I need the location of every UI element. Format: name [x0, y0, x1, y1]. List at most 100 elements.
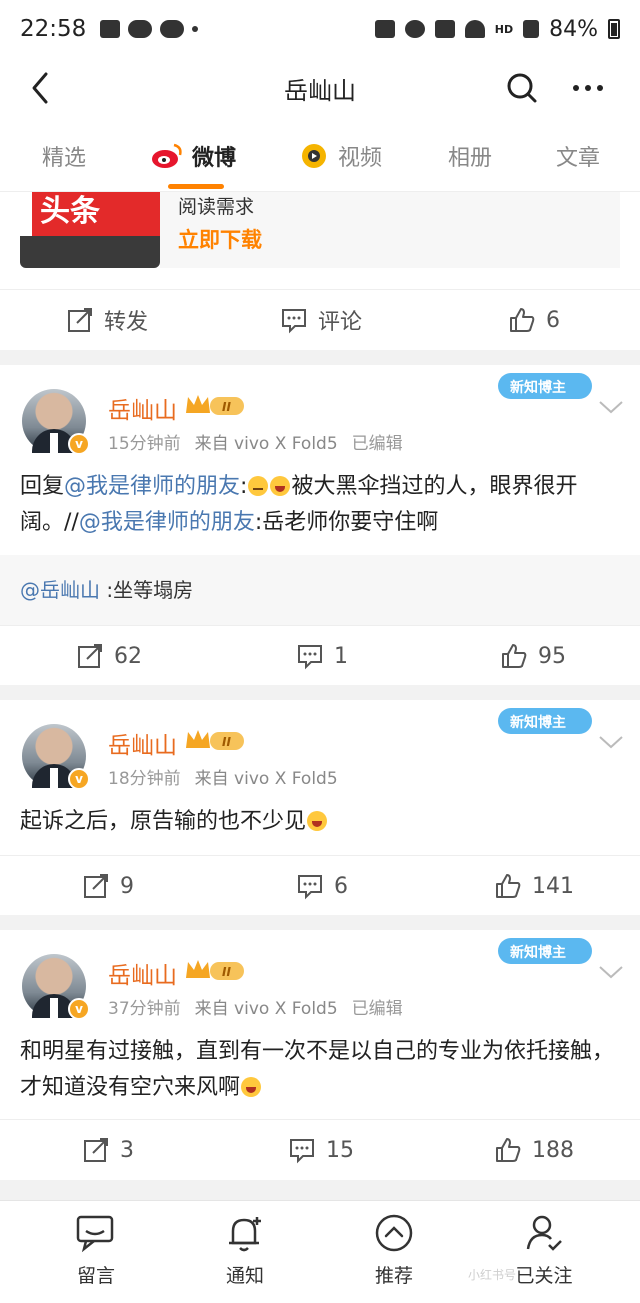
ad-action-bar: 转发 评论 6: [0, 289, 640, 349]
badge-text: 新知博主: [510, 944, 566, 961]
level-text: II: [222, 400, 231, 414]
laugh-emoji-icon: [241, 1077, 262, 1097]
dot-icon: [192, 26, 199, 32]
verified-badge-icon: v: [68, 998, 90, 1020]
comment-button[interactable]: 6: [296, 856, 348, 916]
ad-download-link[interactable]: 立即下载: [178, 224, 262, 254]
search-icon[interactable]: [500, 66, 544, 110]
ad-text: 阅读需求: [178, 196, 255, 218]
quote-text: :坐等塌房: [100, 578, 194, 602]
chevron-down-icon[interactable]: [596, 962, 626, 982]
comment-button[interactable]: 1: [296, 626, 348, 686]
repost-button[interactable]: 转发: [66, 290, 148, 350]
network-label: HD: [494, 22, 514, 36]
repost-icon: [84, 1138, 108, 1162]
profile-tabs: 精选 微博 视频 相册 文章: [0, 118, 640, 192]
like-count: 6: [546, 307, 560, 333]
tab-weibo[interactable]: 微博: [150, 140, 236, 172]
comment-count: 15: [326, 1137, 354, 1163]
mention-link[interactable]: @岳屾山: [20, 578, 100, 602]
badge-text: 新知博主: [510, 714, 566, 731]
like-button[interactable]: 188: [494, 1120, 574, 1180]
tab-album[interactable]: 相册: [448, 140, 492, 172]
alarm-icon: [404, 20, 425, 38]
comment-count: 1: [334, 643, 348, 669]
message-icon: [76, 1215, 114, 1253]
crown-level-icon: II: [186, 730, 244, 750]
badge-text: 新知博主: [510, 379, 566, 396]
repost-count: 3: [120, 1137, 134, 1163]
repost-icon: [78, 644, 102, 668]
verified-badge-icon: v: [68, 433, 90, 455]
post-time: 15分钟前: [108, 434, 181, 454]
tab-video[interactable]: 视频: [298, 140, 382, 172]
mention-link[interactable]: @我是律师的朋友: [79, 510, 255, 535]
crown-level-icon: II: [186, 395, 244, 415]
tab-featured[interactable]: 精选: [42, 140, 86, 172]
like-button[interactable]: 95: [500, 626, 566, 686]
message-label: 留言: [76, 1265, 115, 1287]
comment-label: 评论: [318, 310, 363, 335]
weibo-icon: [152, 143, 182, 168]
status-right-icons: HD 84%: [374, 16, 620, 42]
back-arrow-icon[interactable]: [22, 68, 62, 108]
ad-image[interactable]: 头条: [20, 192, 160, 268]
comment-count: 6: [334, 873, 348, 899]
signal-icon: [523, 20, 540, 38]
username[interactable]: 岳屾山: [108, 391, 177, 425]
post-meta: 37分钟前 来自 vivo X Fold5 已编辑: [108, 994, 417, 1019]
tab-label: 相册: [448, 146, 493, 171]
like-button[interactable]: 141: [494, 856, 574, 916]
edited-label: 已编辑: [351, 434, 403, 454]
comment-icon: [298, 645, 322, 670]
username[interactable]: 岳屾山: [108, 956, 177, 990]
avatar[interactable]: v: [22, 954, 90, 1020]
repost-button[interactable]: 9: [82, 856, 134, 916]
like-count: 141: [532, 873, 574, 899]
ad-panel[interactable]: 阅读需求 立即下载: [160, 192, 620, 268]
post-source: 来自 vivo X Fold5: [194, 999, 338, 1019]
tab-label: 精选: [42, 146, 87, 171]
mention-link[interactable]: @我是律师的朋友: [64, 474, 240, 499]
chevron-down-icon[interactable]: [596, 732, 626, 752]
post-text-segment: :: [240, 474, 248, 499]
notify-button[interactable]: 通知: [195, 1211, 295, 1288]
battery-percent: 84%: [549, 16, 598, 42]
thumbs-up-icon: [502, 644, 527, 668]
repost-button[interactable]: 62: [76, 626, 142, 686]
message-button[interactable]: 留言: [46, 1211, 146, 1288]
active-tab-indicator: [168, 184, 224, 189]
repost-icon: [68, 308, 92, 332]
chat-bubble-icon: [160, 20, 185, 38]
recommend-button[interactable]: 推荐: [344, 1211, 444, 1288]
chevron-down-icon[interactable]: [596, 397, 626, 417]
wifi-icon: [464, 20, 485, 38]
repost-button[interactable]: 3: [82, 1120, 134, 1180]
post-source: 来自 vivo X Fold5: [194, 434, 338, 454]
post-action-bar: 62 1 95: [0, 625, 640, 685]
mute-icon: [434, 20, 455, 38]
avatar[interactable]: v: [22, 724, 90, 790]
level-text: II: [222, 735, 231, 749]
post-text: 回复@我是律师的朋友: 被大黑伞挡过的人，眼界很开阔。//@我是律师的朋友:岳老师…: [20, 469, 624, 541]
username[interactable]: 岳屾山: [108, 726, 177, 760]
level-text: II: [222, 965, 231, 979]
chat-bubble-icon: [128, 20, 153, 38]
watermark: 小红书号: [468, 1268, 517, 1282]
video-icon: [302, 144, 326, 168]
download-icon: [374, 20, 395, 38]
bottom-action-bar: 留言 通知 推荐 已关注: [0, 1200, 640, 1303]
quoted-comment[interactable]: @岳屾山 :坐等塌房: [0, 555, 640, 625]
post-text: 和明星有过接触，直到有一次不是以自己的专业为依托接触，才知道没有空穴来风啊: [20, 1034, 624, 1106]
more-icon[interactable]: [566, 66, 610, 110]
comment-button[interactable]: 15: [288, 1120, 354, 1180]
tab-articles[interactable]: 文章: [556, 140, 600, 172]
avatar[interactable]: v: [22, 389, 90, 455]
like-button[interactable]: 6: [508, 290, 560, 350]
edited-label: 已编辑: [351, 999, 403, 1019]
post-text-segment: 和明星有过接触，直到有一次不是以自己的专业为依托接触，才知道没有空穴来风啊: [20, 1039, 615, 1100]
comment-button[interactable]: 评论: [280, 290, 362, 350]
thumbs-up-icon: [496, 1138, 521, 1162]
reply-prefix: 回复: [20, 474, 65, 499]
thumbs-up-icon: [496, 874, 521, 898]
